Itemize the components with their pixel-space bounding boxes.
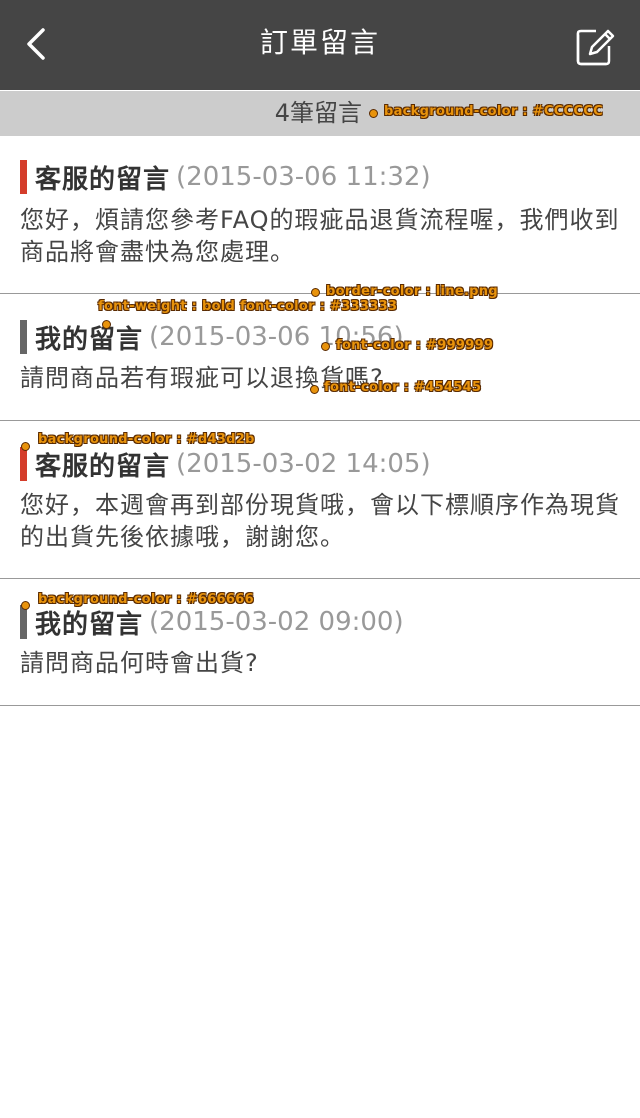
annotation-label: font-color : #999999: [336, 338, 494, 353]
message-header: 我的留言 (2015-03-02 09:00): [20, 605, 404, 640]
message-body: 您好，本週會再到部份現貨哦，會以下標順序作為現貨的出貨先後依據哦，謝謝您。: [20, 491, 620, 551]
app-header: 訂單留言: [0, 0, 640, 90]
mine-indicator-bar: [20, 605, 27, 639]
message-count-bar: 4筆留言 background-color : #CCCCCC: [0, 91, 640, 136]
annotation-marker: [321, 342, 330, 351]
message-body: 請問商品何時會出貨?: [20, 649, 259, 677]
message-header: 客服的留言 (2015-03-06 11:32): [20, 160, 431, 195]
message-header: 客服的留言 (2015-03-02 14:05): [20, 447, 431, 482]
annotation-marker: [310, 385, 319, 394]
annotation-marker: [311, 288, 320, 297]
service-indicator-bar: [20, 160, 27, 194]
message-author: 客服的留言: [35, 164, 171, 195]
message-count: 4筆留言: [274, 99, 362, 127]
annotation-label: background-color : #666666: [38, 592, 254, 607]
annotation-marker: [369, 109, 378, 118]
annotation-marker: [21, 442, 30, 451]
annotation-label: font-color : #454545: [324, 380, 482, 395]
order-messages-page: 訂單留言 4筆留言 background-color : #CCCCCC 客服的…: [0, 0, 640, 1118]
message-author: 客服的留言: [35, 451, 171, 482]
mine-indicator-bar: [20, 320, 27, 354]
annotation-label: background-color : #d43d2b: [38, 432, 255, 447]
page-title: 訂單留言: [259, 26, 380, 59]
message-timestamp: (2015-03-06 11:32): [176, 162, 431, 192]
message-author: 我的留言: [35, 324, 144, 355]
message-author: 我的留言: [35, 609, 144, 640]
annotation-label: background-color : #CCCCCC: [384, 104, 603, 119]
service-indicator-bar: [20, 447, 27, 481]
message-body: 請問商品若有瑕疵可以退換貨嗎?: [20, 364, 384, 392]
message-item: 客服的留言 (2015-03-06 11:32) 您好，煩請您參考FAQ的瑕疵品…: [0, 136, 640, 294]
edit-icon: [576, 26, 616, 66]
annotation-label: border-color : line.png: [326, 284, 498, 299]
message-body: 您好，煩請您參考FAQ的瑕疵品退貨流程喔，我們收到商品將會盡快為您處理。: [20, 206, 620, 266]
annotation-marker: [102, 320, 111, 329]
message-timestamp: (2015-03-02 09:00): [149, 607, 404, 637]
message-timestamp: (2015-03-02 14:05): [176, 449, 431, 479]
annotation-marker: [21, 601, 30, 610]
annotation-label: font-weight : bold font-color : #333333: [98, 299, 398, 314]
compose-message-button[interactable]: [576, 26, 616, 66]
